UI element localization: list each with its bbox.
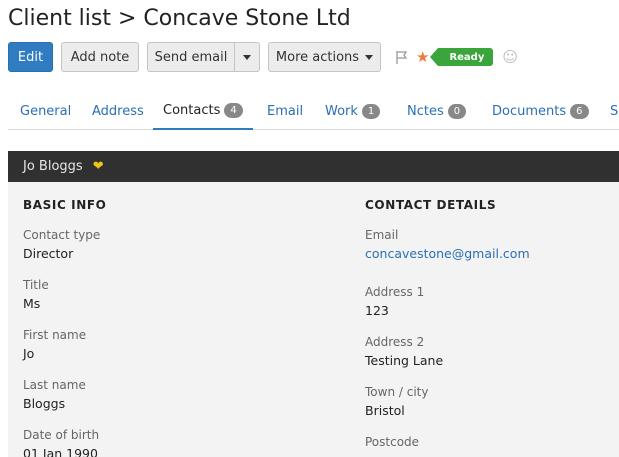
field-label: Postcode <box>365 435 420 449</box>
tab-work[interactable]: Work 1 <box>321 92 384 130</box>
tab-general[interactable]: General <box>16 92 75 130</box>
contact-detail-panel: BASIC INFO Contact type Director Title M… <box>8 182 619 457</box>
contact-header-bar[interactable]: Jo Bloggs ❤ <box>8 151 619 182</box>
page-title: Client list > Concave Stone Ltd <box>8 6 351 31</box>
field-address-1: Address 1 123 <box>365 283 424 321</box>
contact-name: Jo Bloggs <box>23 159 83 174</box>
field-label: Address 1 <box>365 285 425 299</box>
tab-count-badge: 1 <box>361 103 381 119</box>
action-toolbar: Edit Add note Send email More actions ★ … <box>8 42 518 72</box>
send-email-split-button: Send email <box>147 42 260 72</box>
tab-label: Work <box>325 103 358 119</box>
tab-label: Contacts <box>163 102 221 118</box>
status-badge[interactable]: Ready <box>430 48 494 66</box>
field-label: Town / city <box>365 385 429 399</box>
tab-label: S <box>610 103 619 119</box>
send-email-dropdown-button[interactable] <box>235 42 260 72</box>
tab-label: Address <box>92 103 144 119</box>
field-value <box>365 451 419 457</box>
tab-label: Documents <box>492 103 567 119</box>
field-label: Last name <box>23 378 86 392</box>
tab-address[interactable]: Address <box>88 92 148 130</box>
field-value: 01 Jan 1990 <box>23 446 98 457</box>
field-label: Title <box>23 278 49 292</box>
field-date-of-birth: Date of birth 01 Jan 1990 <box>23 426 99 457</box>
tab-email[interactable]: Email <box>263 92 307 130</box>
send-email-button[interactable]: Send email <box>147 42 235 72</box>
more-actions-label: More actions <box>275 49 360 65</box>
field-label: Email <box>365 228 399 242</box>
field-label: Contact type <box>23 228 101 242</box>
star-icon[interactable]: ★ <box>416 49 429 65</box>
edit-button[interactable]: Edit <box>8 42 53 72</box>
field-value: Ms <box>23 296 41 311</box>
field-first-name: First name Jo <box>23 326 86 364</box>
field-value: Jo <box>23 346 35 361</box>
tab-overflow[interactable]: S <box>606 92 619 130</box>
field-label: Address 2 <box>365 335 425 349</box>
tab-count-badge: 4 <box>224 102 243 118</box>
tab-label: Nctes <box>407 103 444 119</box>
field-label: First name <box>23 328 87 342</box>
email-link[interactable]: concavestone@gmail.com <box>365 244 530 264</box>
field-title: Title Ms <box>23 276 49 314</box>
field-value: Bloggs <box>23 396 66 411</box>
field-value: Director <box>23 246 74 261</box>
field-address-2: Address 2 Testing Lane <box>365 333 443 371</box>
field-value: 123 <box>365 303 389 318</box>
tab-contacts[interactable]: Contacts 4 <box>153 92 253 130</box>
section-heading: BASIC INFO <box>23 198 107 212</box>
caret-down-icon <box>365 54 374 60</box>
more-actions-button[interactable]: More actions <box>268 42 381 72</box>
field-label: Date of birth <box>23 428 100 442</box>
field-value: Bristol <box>365 403 405 418</box>
flag-icon[interactable] <box>394 49 410 65</box>
field-value: Testing Lane <box>365 353 444 368</box>
field-town-city: Town / city Bristol <box>365 383 428 421</box>
field-postcode: Postcode <box>365 433 419 457</box>
tab-label: General <box>20 103 72 119</box>
field-contact-type: Contact type Director <box>23 226 100 264</box>
tab-bar: General Address Contacts 4 Email Work 1 … <box>8 92 619 130</box>
smiley-icon[interactable]: ☺ <box>502 49 518 65</box>
field-last-name: Last name Bloggs <box>23 376 86 414</box>
heart-icon[interactable]: ❤ <box>93 159 104 174</box>
caret-down-icon <box>243 54 251 60</box>
add-note-button[interactable]: Add note <box>61 42 139 72</box>
tab-notes[interactable]: Nctes 0 <box>403 92 470 130</box>
tab-label: Email <box>267 103 304 119</box>
tab-count-badge: 6 <box>570 103 589 119</box>
section-heading: CONTACT DETAILS <box>365 198 497 212</box>
field-email: Email concavestone@gmail.com <box>365 226 530 264</box>
tab-documents[interactable]: Documents 6 <box>488 92 593 130</box>
tab-count-badge: 0 <box>447 103 467 119</box>
